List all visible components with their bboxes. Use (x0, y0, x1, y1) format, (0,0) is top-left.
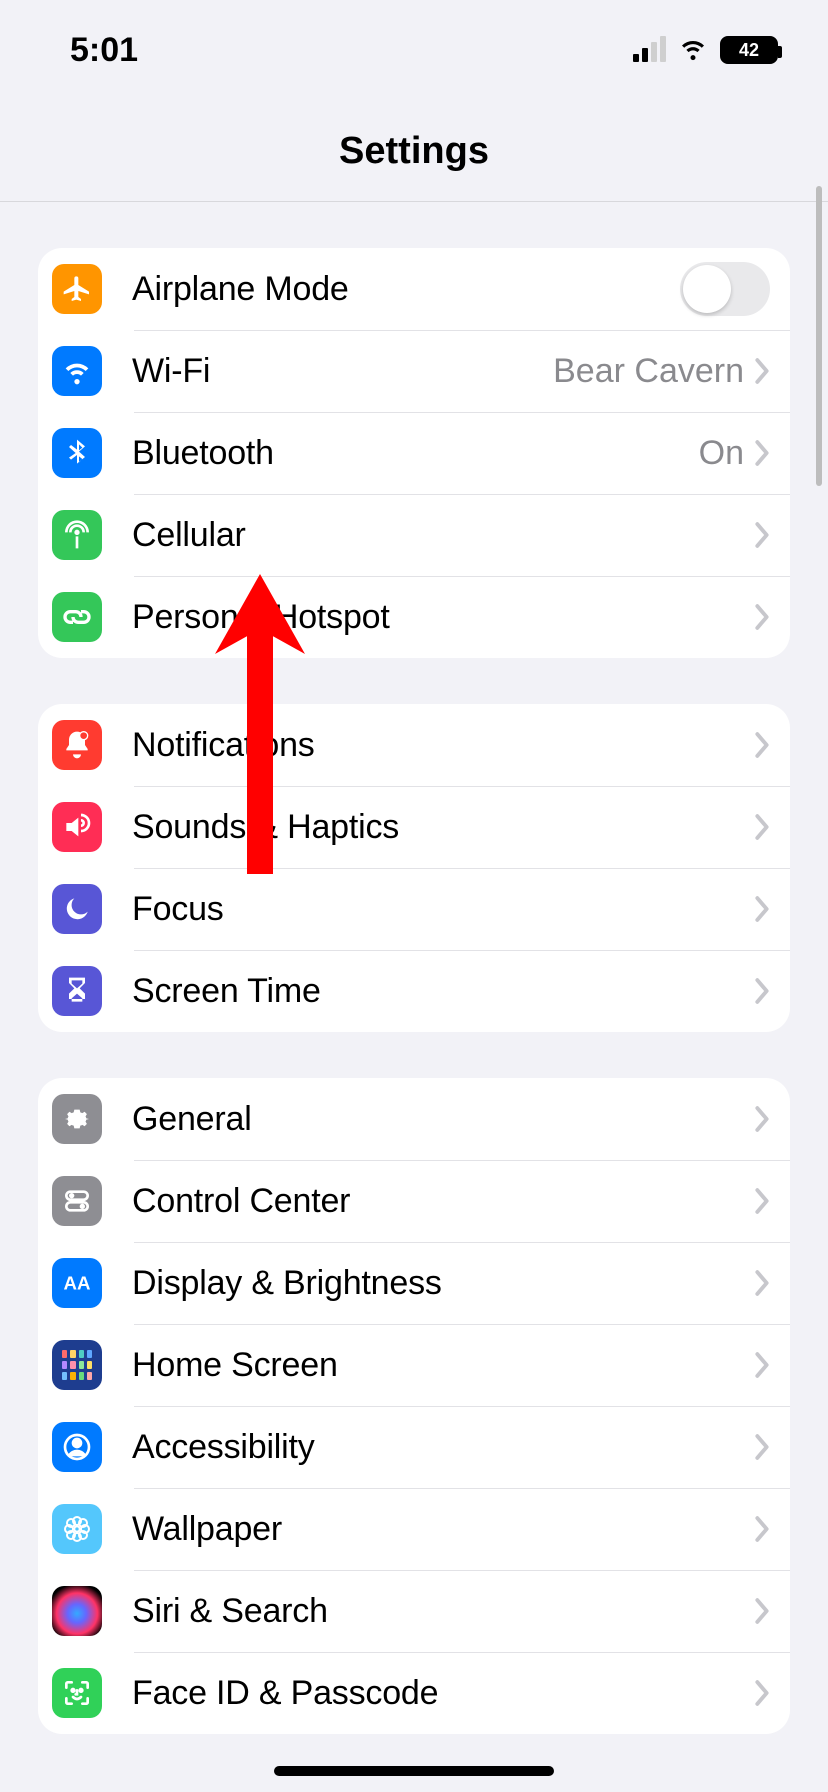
settings-list[interactable]: Airplane ModeWi-FiBear CavernBluetoothOn… (0, 248, 828, 1734)
aa-icon: AA (52, 1258, 102, 1308)
settings-row-airplane[interactable]: Airplane Mode (38, 248, 790, 330)
chevron-right-icon (754, 1515, 770, 1543)
row-label: Control Center (132, 1182, 754, 1221)
row-label: Bluetooth (132, 434, 699, 473)
chevron-right-icon (754, 603, 770, 631)
bluetooth-icon (52, 428, 102, 478)
row-label: General (132, 1100, 754, 1139)
chevron-right-icon (754, 813, 770, 841)
row-label: Notifications (132, 726, 754, 765)
row-label: Display & Brightness (132, 1264, 754, 1303)
wifi-icon (52, 346, 102, 396)
row-label: Siri & Search (132, 1592, 754, 1631)
chevron-right-icon (754, 357, 770, 385)
row-value: Bear Cavern (553, 352, 744, 391)
siri-icon (52, 1586, 102, 1636)
settings-row-notifications[interactable]: Notifications (38, 704, 790, 786)
status-time: 5:01 (70, 31, 138, 70)
wifi-status-icon (678, 32, 708, 69)
settings-row-accessibility[interactable]: Accessibility (38, 1406, 790, 1488)
row-label: Wallpaper (132, 1510, 754, 1549)
settings-row-cellular[interactable]: Cellular (38, 494, 790, 576)
settings-row-sounds[interactable]: Sounds & Haptics (38, 786, 790, 868)
scrollbar[interactable] (816, 186, 822, 486)
chevron-right-icon (754, 895, 770, 923)
settings-row-focus[interactable]: Focus (38, 868, 790, 950)
chevron-right-icon (754, 731, 770, 759)
row-label: Face ID & Passcode (132, 1674, 754, 1713)
toggle-airplane[interactable] (680, 262, 770, 316)
settings-row-wallpaper[interactable]: Wallpaper (38, 1488, 790, 1570)
settings-row-homescreen[interactable]: Home Screen (38, 1324, 790, 1406)
row-label: Cellular (132, 516, 754, 555)
switches-icon (52, 1176, 102, 1226)
row-label: Airplane Mode (132, 270, 680, 309)
row-label: Screen Time (132, 972, 754, 1011)
chevron-right-icon (754, 439, 770, 467)
row-label: Sounds & Haptics (132, 808, 754, 847)
status-bar: 5:01 42 (0, 0, 828, 100)
battery-indicator: 42 (720, 36, 778, 64)
settings-row-screentime[interactable]: Screen Time (38, 950, 790, 1032)
chevron-right-icon (754, 521, 770, 549)
chevron-right-icon (754, 1433, 770, 1461)
chevron-right-icon (754, 977, 770, 1005)
chevron-right-icon (754, 1187, 770, 1215)
link-icon (52, 592, 102, 642)
settings-row-hotspot[interactable]: Personal Hotspot (38, 576, 790, 658)
settings-row-general[interactable]: General (38, 1078, 790, 1160)
cellular-signal-icon (633, 38, 666, 62)
settings-row-faceid[interactable]: Face ID & Passcode (38, 1652, 790, 1734)
settings-group: Notifications Sounds & Haptics Focus Screen… (38, 704, 790, 1032)
settings-row-display[interactable]: AA Display & Brightness (38, 1242, 790, 1324)
faceid-icon (52, 1668, 102, 1718)
home-indicator (274, 1766, 554, 1776)
flower-icon (52, 1504, 102, 1554)
chevron-right-icon (754, 1679, 770, 1707)
person-icon (52, 1422, 102, 1472)
settings-group: General Control Center AA Display & Brightn… (38, 1078, 790, 1734)
settings-row-siri[interactable]: Siri & Search (38, 1570, 790, 1652)
settings-group: Airplane ModeWi-FiBear CavernBluetoothOn… (38, 248, 790, 658)
speaker-icon (52, 802, 102, 852)
row-label: Home Screen (132, 1346, 754, 1385)
settings-row-wifi[interactable]: Wi-FiBear Cavern (38, 330, 790, 412)
moon-icon (52, 884, 102, 934)
row-value: On (699, 434, 744, 473)
row-label: Focus (132, 890, 754, 929)
page-title: Settings (0, 100, 828, 202)
settings-row-bluetooth[interactable]: BluetoothOn (38, 412, 790, 494)
bell-icon (52, 720, 102, 770)
gear-icon (52, 1094, 102, 1144)
row-label: Wi-Fi (132, 352, 553, 391)
hourglass-icon (52, 966, 102, 1016)
chevron-right-icon (754, 1351, 770, 1379)
chevron-right-icon (754, 1105, 770, 1133)
antenna-icon (52, 510, 102, 560)
chevron-right-icon (754, 1269, 770, 1297)
chevron-right-icon (754, 1597, 770, 1625)
row-label: Accessibility (132, 1428, 754, 1467)
row-label: Personal Hotspot (132, 598, 754, 637)
svg-text:AA: AA (64, 1273, 91, 1294)
settings-row-controlcenter[interactable]: Control Center (38, 1160, 790, 1242)
homegrid-icon (52, 1340, 102, 1390)
airplane-icon (52, 264, 102, 314)
